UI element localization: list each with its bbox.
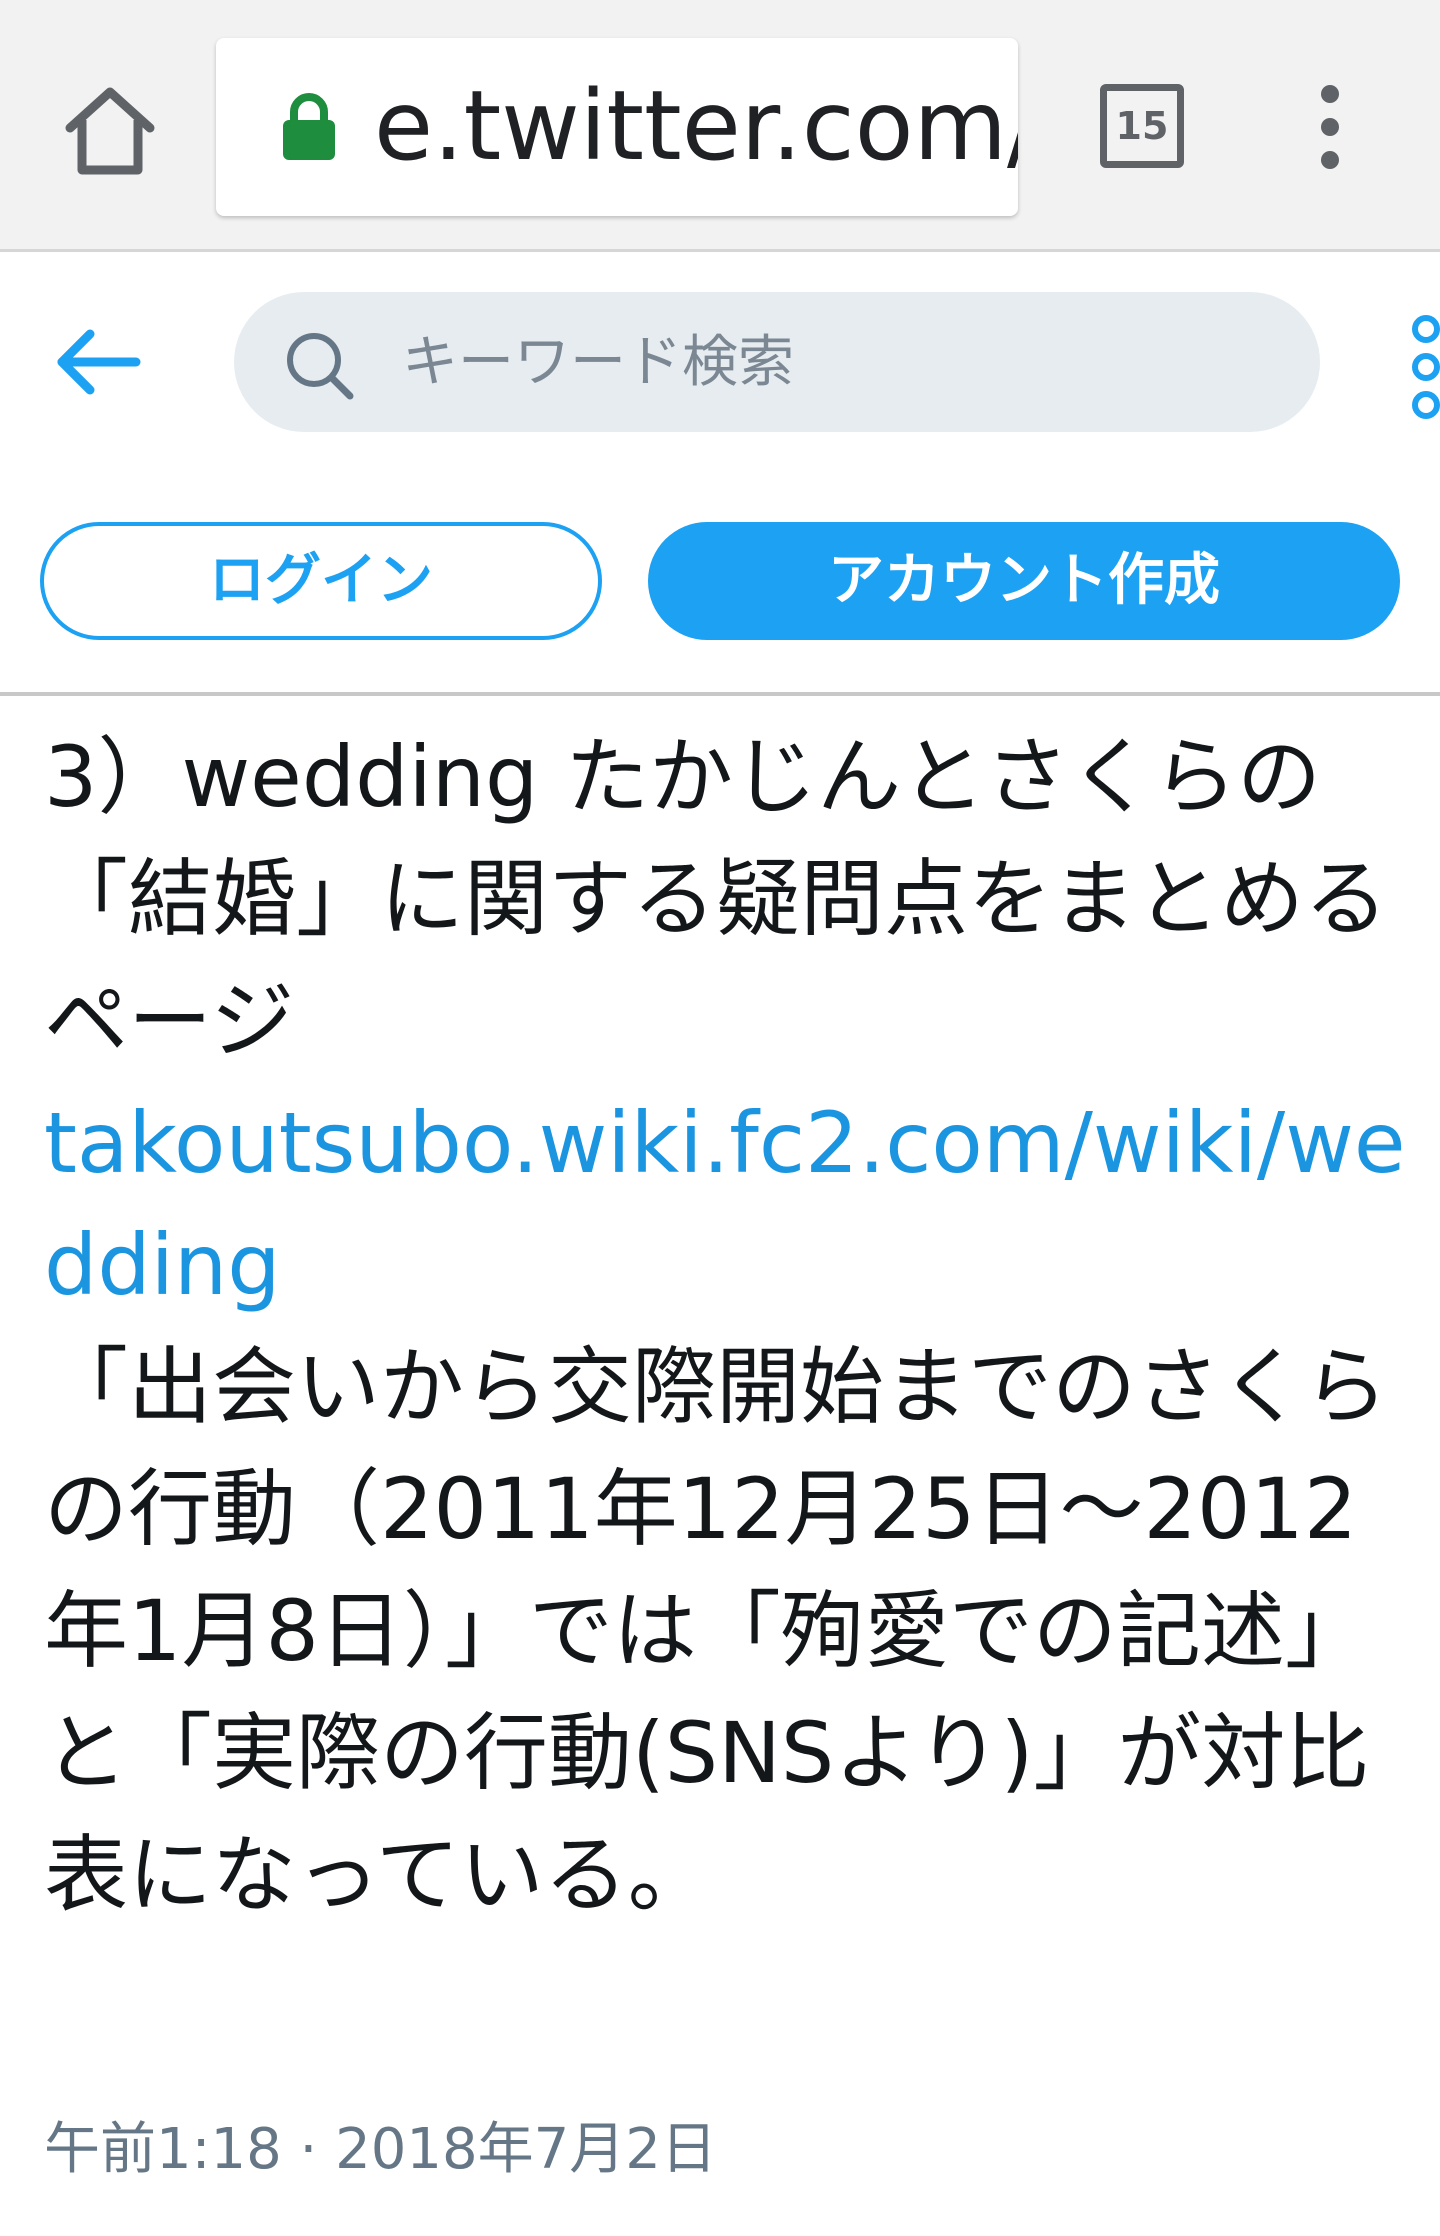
tweet-text: 3）wedding たかじんとさくらの「結婚」に関する疑問点をまとめるページ t…: [44, 716, 1412, 1936]
lock-icon: [283, 93, 335, 160]
tab-switcher-icon[interactable]: 15: [1100, 84, 1184, 168]
tab-count: 15: [1115, 104, 1169, 148]
back-arrow-icon[interactable]: [52, 326, 144, 398]
signup-button[interactable]: アカウント作成: [648, 522, 1400, 640]
browser-more-icon[interactable]: [1310, 82, 1350, 172]
search-input[interactable]: [402, 292, 1282, 432]
tweet-text-body: 「出会いから交際開始までのさくらの行動（2011年12月25日〜2012年1月8…: [44, 1338, 1389, 1924]
more-vert-icon[interactable]: [1402, 314, 1440, 420]
browser-toolbar: e.twitter.com/t 15: [0, 0, 1440, 252]
search-icon: [287, 333, 354, 400]
tweet-timestamp[interactable]: 午前1:18 · 2018年7月2日: [44, 2110, 717, 2190]
login-button[interactable]: ログイン: [40, 522, 602, 640]
home-icon[interactable]: [58, 78, 162, 182]
url-visible: e.twitter.com/: [374, 70, 1018, 182]
url-text: e.twitter.com/t: [374, 64, 1018, 188]
tweet-text-intro: 3）wedding たかじんとさくらの「結婚」に関する疑問点をまとめるページ: [44, 728, 1389, 1070]
search-bar[interactable]: [234, 292, 1320, 432]
address-bar[interactable]: e.twitter.com/t: [216, 38, 1018, 216]
tweet-link[interactable]: takoutsubo.wiki.fc2.com/wiki/wedding: [44, 1082, 1412, 1326]
